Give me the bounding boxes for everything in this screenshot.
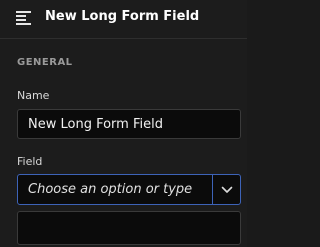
chevron-down-icon[interactable] <box>213 175 240 204</box>
field-type-select[interactable] <box>17 174 241 205</box>
field-type-input[interactable] <box>18 175 212 204</box>
panel-header: New Long Form Field <box>0 0 247 38</box>
field-type-label: Field <box>17 155 43 168</box>
field-type-dropdown-list[interactable] <box>17 211 241 245</box>
header-divider <box>0 38 247 39</box>
panel-title: New Long Form Field <box>45 9 200 24</box>
name-label: Name <box>17 89 50 102</box>
hamburger-menu-icon[interactable] <box>16 10 32 26</box>
name-input[interactable] <box>17 109 241 139</box>
field-settings-panel: New Long Form Field GENERAL Name Field <box>0 0 247 247</box>
section-title-general: GENERAL <box>17 57 73 68</box>
